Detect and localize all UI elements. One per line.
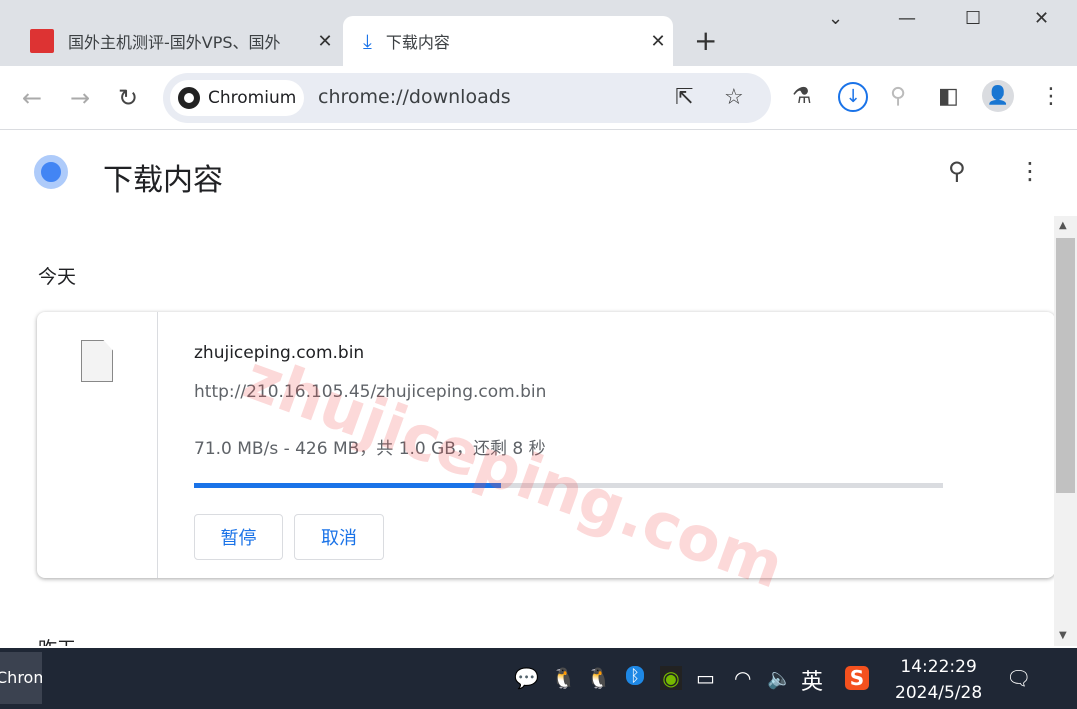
address-bar[interactable]: Chromium chrome://downloads ⇱ ☆: [163, 73, 771, 123]
progress-fill: [194, 483, 502, 488]
download-item: zhujiceping.com.bin http://210.16.105.45…: [37, 312, 1054, 578]
date-heading: 今天: [38, 266, 77, 288]
close-window-button[interactable]: ✕: [1034, 8, 1049, 29]
page-header: 下载内容 ⚲ ⋮: [0, 131, 1077, 216]
menu-kebab-icon[interactable]: ⋮: [1040, 84, 1062, 109]
ime-indicator[interactable]: 英: [801, 664, 823, 696]
wifi-icon[interactable]: ◠: [734, 666, 751, 690]
bluetooth-icon[interactable]: ᛒ: [626, 666, 644, 685]
taskbar: Chromium 💬 🐧 🐧 ᛒ ◉ ▭ ◠ 🔈 英 S 14:22:29 20…: [0, 648, 1077, 709]
page-title: 下载内容: [103, 163, 223, 198]
reload-button[interactable]: ↻: [118, 84, 138, 112]
nvidia-icon[interactable]: ◉: [660, 666, 682, 690]
site-chip[interactable]: Chromium: [170, 80, 304, 116]
scrollbar-thumb[interactable]: [1056, 238, 1075, 493]
divider: [157, 312, 158, 578]
url-text[interactable]: chrome://downloads: [318, 86, 511, 108]
forward-button[interactable]: →: [70, 84, 90, 112]
wechat-icon[interactable]: 💬: [514, 666, 539, 690]
pause-button[interactable]: 暂停: [194, 514, 283, 560]
tab-zhujiceping[interactable]: 国外主机测评-国外VPS、国外 ✕: [20, 16, 340, 66]
close-tab-icon[interactable]: ✕: [643, 31, 673, 52]
minimize-button[interactable]: —: [898, 8, 916, 29]
back-button[interactable]: ←: [22, 84, 42, 112]
close-tab-icon[interactable]: ✕: [310, 31, 340, 52]
tab-downloads[interactable]: ⤓ 下载内容 ✕: [343, 16, 673, 66]
scroll-up-icon[interactable]: ▲: [1059, 220, 1067, 231]
search-icon[interactable]: ⚲: [948, 157, 966, 185]
sogou-icon[interactable]: S: [845, 666, 869, 690]
progress-bar: [194, 483, 943, 488]
labs-flask-icon[interactable]: ⚗: [792, 84, 812, 109]
downloads-list: 今天 zhujiceping.com.bin http://210.16.105…: [0, 216, 1054, 646]
taskbar-app-chromium[interactable]: Chromium: [0, 652, 42, 704]
volume-icon[interactable]: 🔈: [767, 666, 792, 690]
notification-icon[interactable]: 🗨: [1006, 666, 1031, 690]
file-name[interactable]: zhujiceping.com.bin: [194, 343, 364, 363]
date-heading: 昨天: [38, 634, 76, 646]
profile-avatar-icon[interactable]: 👤: [982, 80, 1014, 112]
qq-icon[interactable]: 🐧: [586, 666, 611, 690]
share-icon[interactable]: ⇱: [675, 85, 693, 110]
brand-label: Chromium: [208, 88, 297, 108]
new-tab-button[interactable]: +: [694, 24, 717, 57]
battery-icon[interactable]: ▭: [696, 666, 715, 690]
downloads-icon[interactable]: ↓: [838, 82, 868, 112]
scrollbar[interactable]: ▲ ▼: [1054, 216, 1077, 646]
tab-title: 下载内容: [385, 33, 450, 52]
file-url[interactable]: http://210.16.105.45/zhujiceping.com.bin: [194, 382, 546, 402]
maximize-button[interactable]: ☐: [965, 8, 981, 29]
cancel-button[interactable]: 取消: [294, 514, 384, 560]
tab-title: 国外主机测评-国外VPS、国外: [68, 33, 281, 52]
download-icon: ⤓: [363, 29, 372, 53]
zoom-icon[interactable]: ⚲: [890, 84, 906, 109]
date: 2024/5/28: [895, 683, 983, 703]
toolbar: ← → ↻ Chromium chrome://downloads ⇱ ☆ ⚗ …: [0, 66, 1077, 130]
qq-icon[interactable]: 🐧: [551, 666, 576, 690]
chrome-logo-icon: [34, 155, 68, 189]
scroll-down-icon[interactable]: ▼: [1059, 630, 1067, 641]
bookmark-star-icon[interactable]: ☆: [724, 85, 744, 110]
more-menu-icon[interactable]: ⋮: [1018, 157, 1042, 185]
side-panel-icon[interactable]: ◧: [938, 84, 959, 109]
download-status: 71.0 MB/s - 426 MB，共 1.0 GB，还剩 8 秒: [194, 439, 546, 459]
chromium-logo-icon: [178, 87, 200, 109]
site-favicon-icon: [30, 29, 54, 53]
file-icon: [81, 340, 113, 382]
time: 14:22:29: [900, 657, 977, 677]
tab-search-icon[interactable]: ⌄: [828, 8, 843, 29]
clock[interactable]: 14:22:29 2024/5/28: [895, 654, 982, 706]
tab-strip: 国外主机测评-国外VPS、国外 ✕ ⤓ 下载内容 ✕ + ⌄ — ☐ ✕: [0, 0, 1077, 66]
